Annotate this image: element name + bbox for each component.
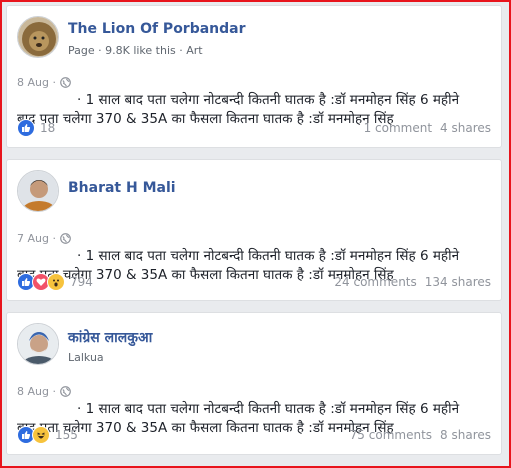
reactions[interactable]	[17, 119, 35, 137]
shares-count[interactable]: 8 shares	[440, 428, 491, 442]
news-feed: The Lion Of Porbandar Page · 9.8K like t…	[2, 2, 509, 466]
post-footer: 155 75 comments 8 shares	[17, 425, 491, 445]
reaction-count[interactable]: 18	[40, 121, 55, 135]
like-reaction-icon	[17, 119, 35, 137]
post-card: Bharat H Mali 7 Aug · · 1 साल बाद पता चल…	[6, 159, 502, 301]
author-subtitle: Page · 9.8K like this · Art	[68, 44, 203, 57]
post-card: The Lion Of Porbandar Page · 9.8K like t…	[6, 5, 502, 148]
comments-count[interactable]: 24 comments	[334, 275, 416, 289]
author-name[interactable]: Bharat H Mali	[68, 180, 176, 196]
avatar[interactable]	[17, 170, 59, 212]
shares-count[interactable]: 134 shares	[425, 275, 491, 289]
post-text: · 1 साल बाद पता चलेगा नोटबन्दी कितनी घात…	[17, 401, 460, 436]
wow-reaction-icon	[47, 273, 65, 291]
author-subtitle: Lalkua	[68, 351, 104, 364]
author-name[interactable]: कांग्रेस लालकुआ	[68, 328, 152, 347]
post-footer: 18 1 comment 4 shares	[17, 118, 491, 138]
comments-count[interactable]: 75 comments	[350, 428, 432, 442]
shares-count[interactable]: 4 shares	[440, 121, 491, 135]
post-card: कांग्रेस लालकुआ Lalkua 8 Aug · · 1 साल ब…	[6, 312, 502, 455]
reaction-count[interactable]: 794	[70, 275, 93, 289]
comments-count[interactable]: 1 comment	[364, 121, 432, 135]
haha-reaction-icon	[32, 426, 50, 444]
post-text: · 1 साल बाद पता चलेगा नोटबन्दी कितनी घात…	[17, 248, 460, 283]
avatar[interactable]	[17, 16, 59, 58]
reaction-count[interactable]: 155	[55, 428, 78, 442]
reactions[interactable]	[17, 273, 65, 291]
avatar[interactable]	[17, 323, 59, 365]
reactions[interactable]	[17, 426, 50, 444]
post-footer: 794 24 comments 134 shares	[17, 272, 491, 292]
author-name[interactable]: The Lion Of Porbandar	[68, 21, 246, 37]
